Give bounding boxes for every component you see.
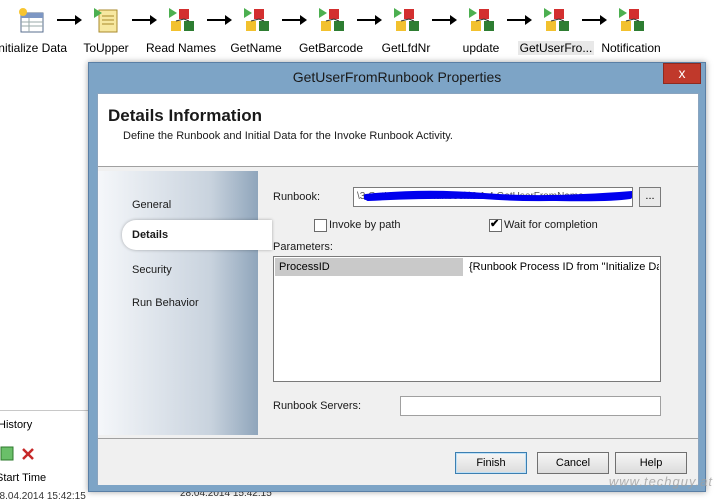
dialog-body: General Details Security Run Behavior Ru… bbox=[98, 167, 698, 437]
runbook-servers-label: Runbook Servers: bbox=[273, 400, 362, 412]
parameters-list[interactable]: ProcessID {Runbook Process ID from "Init… bbox=[273, 256, 661, 382]
parameter-value[interactable]: {Runbook Process ID from "Initialize Dat… bbox=[469, 261, 659, 273]
activity-label: GetName bbox=[230, 41, 282, 55]
invoke-by-path-checkbox[interactable] bbox=[314, 219, 327, 232]
activity-node[interactable]: GetUserFro... bbox=[518, 4, 594, 60]
invoke-by-path-label: Invoke by path bbox=[329, 219, 401, 231]
dialog-title: GetUserFromRunbook Properties bbox=[292, 69, 502, 85]
history-row-start[interactable]: 28.04.2014 15:42:15 bbox=[0, 491, 86, 502]
history-title: History bbox=[0, 419, 33, 431]
activity-label: GetUserFro... bbox=[518, 41, 594, 55]
activity-node[interactable]: Initialize Data bbox=[0, 4, 69, 60]
close-button[interactable]: x bbox=[663, 63, 701, 84]
dialog-titlebar[interactable]: GetUserFromRunbook Properties x bbox=[89, 63, 705, 91]
activity-label: update bbox=[462, 41, 500, 55]
cancel-button[interactable]: Cancel bbox=[537, 452, 609, 474]
activity-node[interactable]: ToUpper bbox=[68, 4, 144, 60]
parameters-label: Parameters: bbox=[273, 241, 333, 253]
browse-button[interactable]: ... bbox=[639, 187, 661, 207]
dialog-header: Details Information Define the Runbook a… bbox=[98, 94, 698, 167]
wait-for-completion-checkbox[interactable]: ✔ bbox=[489, 218, 502, 232]
header-description: Define the Runbook and Initial Data for … bbox=[123, 130, 453, 142]
activity-node[interactable]: Read Names bbox=[143, 4, 219, 60]
checkmark-icon: ✔ bbox=[490, 218, 500, 230]
activity-label: Read Names bbox=[145, 41, 217, 55]
runbook-field[interactable]: \3 GetUserFromRunbook\0.1.4 GetUserFromN… bbox=[353, 187, 633, 207]
delete-icon[interactable] bbox=[22, 448, 34, 460]
activity-node[interactable]: GetLfdNr bbox=[368, 4, 444, 60]
activity-node[interactable]: GetName bbox=[218, 4, 294, 60]
nav-item-security[interactable]: Security bbox=[132, 264, 172, 276]
parameter-name-cell[interactable]: ProcessID bbox=[275, 258, 463, 276]
history-toolbar-icons bbox=[0, 446, 34, 461]
finish-button[interactable]: Finish bbox=[455, 452, 527, 474]
wait-for-completion-label: Wait for completion bbox=[504, 219, 598, 231]
activity-node[interactable]: GetBarcode bbox=[293, 4, 369, 60]
nav-item-run-behavior[interactable]: Run Behavior bbox=[132, 297, 199, 309]
activity-label: Notification bbox=[601, 41, 661, 55]
runbook-designer-canvas: Initialize Data ToUpper Read Names GetName G… bbox=[0, 0, 717, 62]
history-toolbar bbox=[0, 443, 40, 465]
activity-label: GetBarcode bbox=[298, 41, 364, 55]
properties-dialog: GetUserFromRunbook Properties x Details … bbox=[88, 62, 706, 492]
parameter-name: ProcessID bbox=[279, 261, 330, 273]
nav-item-details-label: Details bbox=[132, 229, 169, 241]
refresh-icon[interactable] bbox=[0, 446, 14, 461]
nav-item-general[interactable]: General bbox=[132, 199, 171, 211]
activity-label: ToUpper bbox=[83, 41, 129, 55]
activity-label: Initialize Data bbox=[0, 41, 68, 55]
runbook-servers-field[interactable] bbox=[400, 396, 661, 416]
history-column-start-time[interactable]: Start Time bbox=[0, 472, 46, 484]
nav-item-details[interactable]: Details bbox=[122, 220, 272, 250]
runbook-label: Runbook: bbox=[273, 191, 321, 203]
watermark: www.techguy.at bbox=[608, 474, 713, 489]
activity-label: GetLfdNr bbox=[381, 41, 431, 55]
parameter-row[interactable]: ProcessID {Runbook Process ID from "Init… bbox=[275, 258, 659, 276]
header-title: Details Information bbox=[108, 106, 262, 125]
help-button[interactable]: Help bbox=[615, 452, 687, 474]
activity-node[interactable]: Notification bbox=[593, 4, 669, 60]
dialog-content: Details Information Define the Runbook a… bbox=[97, 93, 699, 485]
redaction-scribble bbox=[364, 190, 632, 202]
nav-pane: General Details Security Run Behavior bbox=[98, 171, 272, 435]
history-pane: History Start Time 28.04.2014 15:42:15 bbox=[0, 410, 100, 502]
activity-node[interactable]: update bbox=[443, 4, 519, 60]
